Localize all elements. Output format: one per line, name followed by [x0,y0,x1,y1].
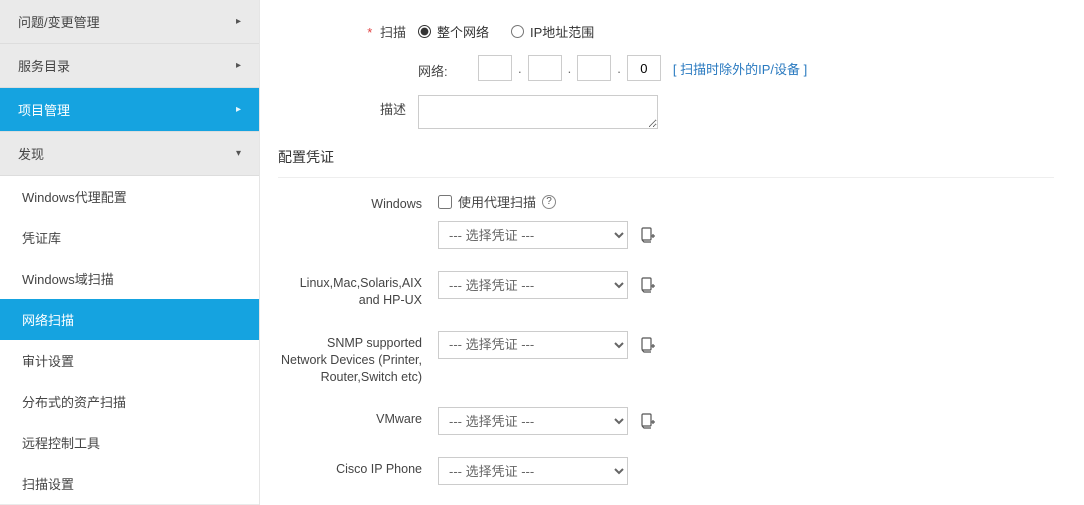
scan-label: * 扫描 [278,18,418,41]
cred-vmware-select[interactable]: --- 选择凭证 --- [438,407,628,435]
sidebar-item-label: 远程控制工具 [22,436,100,451]
octet-separator: . [518,61,522,76]
sidebar-item-windows-agent-config[interactable]: Windows代理配置 [0,176,259,217]
cred-snmp-select[interactable]: --- 选择凭证 --- [438,331,628,359]
help-icon[interactable]: ? [542,195,556,209]
sidebar-item-scan-settings[interactable]: 扫描设置 [0,463,259,504]
octet-3-input[interactable] [577,55,611,81]
sidebar-group-discovery[interactable]: 发现 ▾ [0,132,259,176]
cred-vmware-row: VMware --- 选择凭证 --- [278,407,1054,435]
sidebar: 问题/变更管理 ▸ 服务目录 ▸ 项目管理 ▸ 发现 ▾ Windows代理配置… [0,0,260,505]
radio-range-label: IP地址范围 [530,22,594,41]
cred-unix-select[interactable]: --- 选择凭证 --- [438,271,628,299]
octet-1-input[interactable] [478,55,512,81]
proxy-scan-checkbox[interactable] [438,195,452,209]
sidebar-group-label: 项目管理 [18,100,70,119]
cred-cisco-row: Cisco IP Phone --- 选择凭证 --- [278,457,1054,485]
description-row: 描述 [278,95,1054,129]
network-label: 网络: [418,57,468,80]
sidebar-item-network-scan[interactable]: 网络扫描 [0,299,259,340]
radio-range-input[interactable] [511,25,524,38]
credentials-section-title: 配置凭证 [278,147,1054,178]
octet-2-input[interactable] [528,55,562,81]
radio-ip-range[interactable]: IP地址范围 [511,22,594,41]
cred-windows-label: Windows [278,192,438,213]
sidebar-group-label: 服务目录 [18,56,70,75]
cred-unix-row: Linux,Mac,Solaris,AIX and HP-UX --- 选择凭证… [278,271,1054,309]
sidebar-group-problem-change[interactable]: 问题/变更管理 ▸ [0,0,259,44]
radio-whole-input[interactable] [418,25,431,38]
description-input[interactable] [418,95,658,129]
cred-snmp-label: SNMP supported Network Devices (Printer,… [278,331,438,386]
chevron-right-icon: ▸ [236,60,241,71]
chevron-down-icon: ▾ [236,148,241,159]
add-credential-icon[interactable] [640,413,656,429]
radio-whole-label: 整个网络 [437,22,489,41]
cred-cisco-select[interactable]: --- 选择凭证 --- [438,457,628,485]
octet-4-input[interactable] [627,55,661,81]
proxy-scan-label: 使用代理扫描 [458,192,536,211]
empty-label [278,55,418,59]
sidebar-item-label: Windows代理配置 [22,190,127,205]
sidebar-item-remote-control-tools[interactable]: 远程控制工具 [0,422,259,463]
required-asterisk: * [367,25,372,40]
sidebar-item-label: 扫描设置 [22,477,74,492]
octet-separator: . [617,61,621,76]
octet-separator: . [568,61,572,76]
cred-unix-label: Linux,Mac,Solaris,AIX and HP-UX [278,271,438,309]
chevron-right-icon: ▸ [236,16,241,27]
radio-whole-network[interactable]: 整个网络 [418,22,489,41]
add-credential-icon[interactable] [640,227,656,243]
sidebar-item-label: 网络扫描 [22,313,74,328]
scan-type-row: * 扫描 整个网络 IP地址范围 [278,18,1054,41]
sidebar-item-windows-domain-scan[interactable]: Windows域扫描 [0,258,259,299]
sidebar-item-label: 分布式的资产扫描 [22,395,126,410]
cred-windows-select[interactable]: --- 选择凭证 --- [438,221,628,249]
sidebar-item-label: Windows域扫描 [22,272,114,287]
cred-snmp-row: SNMP supported Network Devices (Printer,… [278,331,1054,386]
add-credential-icon[interactable] [640,277,656,293]
sidebar-item-label: 凭证库 [22,231,61,246]
cred-vmware-label: VMware [278,407,438,428]
exclude-ip-link[interactable]: [ 扫描时除外的IP/设备 ] [673,59,807,78]
sidebar-item-audit-settings[interactable]: 审计设置 [0,340,259,381]
main-form: * 扫描 整个网络 IP地址范围 网络: . [260,0,1084,505]
sidebar-item-label: 审计设置 [22,354,74,369]
sidebar-group-service-catalog[interactable]: 服务目录 ▸ [0,44,259,88]
add-credential-icon[interactable] [640,337,656,353]
sidebar-item-distributed-asset-scan[interactable]: 分布式的资产扫描 [0,381,259,422]
sidebar-group-label: 发现 [18,144,44,163]
cred-windows-row: Windows 使用代理扫描 ? --- 选择凭证 --- [278,192,1054,249]
chevron-right-icon: ▸ [236,104,241,115]
cred-cisco-label: Cisco IP Phone [278,457,438,478]
network-row: 网络: . . . [ 扫描时除外的IP/设备 ] [278,55,1054,81]
sidebar-group-label: 问题/变更管理 [18,12,100,31]
sidebar-item-credentials-store[interactable]: 凭证库 [0,217,259,258]
sidebar-group-project-mgmt[interactable]: 项目管理 ▸ [0,88,259,132]
description-label: 描述 [278,95,418,118]
